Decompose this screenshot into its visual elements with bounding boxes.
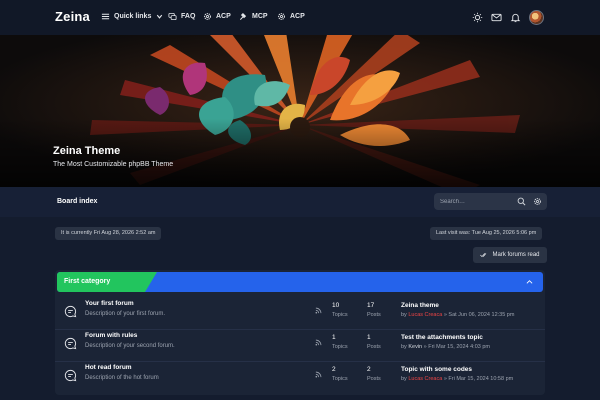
- search-input[interactable]: [440, 193, 510, 210]
- rss-icon[interactable]: [315, 371, 322, 378]
- forum-description: Description of your first forum.: [85, 311, 166, 317]
- forum-description: Description of the hot forum: [85, 375, 159, 381]
- gavel-icon: [239, 12, 247, 20]
- last-post-title[interactable]: Test the attachments topic: [401, 334, 483, 341]
- forum-row: Hot read forum Description of the hot fo…: [55, 361, 545, 393]
- last-post-by: by: [401, 344, 407, 350]
- last-post-author[interactable]: Kevin: [408, 344, 422, 350]
- rss-icon[interactable]: [315, 307, 322, 314]
- quick-links-menu[interactable]: Quick links: [101, 12, 164, 21]
- top-navbar: Zeina Quick links FAQ ACP MCP ACP: [0, 0, 600, 35]
- last-post-meta: by Kevin » Fri Mar 15, 2024 4:03 pm: [401, 344, 490, 350]
- acp-link[interactable]: ACP: [203, 12, 231, 21]
- last-post-title[interactable]: Topic with some codes: [401, 366, 472, 373]
- acp-link-2[interactable]: ACP: [277, 12, 305, 21]
- last-post-date: » Sat Jun 06, 2024 12:35 pm: [443, 312, 515, 318]
- last-post-author[interactable]: Lucas Creaca: [408, 376, 442, 382]
- last-visit-badge: Last visit was: Tue Aug 25, 2026 5:06 pm: [430, 227, 543, 240]
- hero-banner: Zeina Theme The Most Customizable phpBB …: [0, 35, 600, 187]
- breadcrumb-board-index[interactable]: Board index: [57, 198, 97, 205]
- current-time-badge: It is currently Fri Aug 28, 2026 2:52 am: [55, 227, 162, 240]
- chevron-up-icon[interactable]: [526, 279, 533, 285]
- forum-description: Description of your second forum.: [85, 343, 175, 349]
- last-post-by: by: [401, 312, 407, 318]
- forum-title[interactable]: Your first forum: [85, 300, 134, 307]
- topics-count: 2: [332, 366, 336, 373]
- forum-title[interactable]: Hot read forum: [85, 364, 132, 371]
- topics-label: Topics: [332, 312, 348, 318]
- forum-chat-icon: [64, 305, 77, 318]
- last-post-meta: by Lucas Creaca » Sat Jun 06, 2024 12:35…: [401, 312, 514, 318]
- gear-icon[interactable]: [533, 197, 542, 206]
- rss-icon[interactable]: [315, 339, 322, 346]
- quick-links-label: Quick links: [114, 13, 152, 20]
- posts-count: 17: [367, 302, 375, 309]
- topics-count: 10: [332, 302, 340, 309]
- site-logo[interactable]: Zeina: [55, 9, 90, 24]
- hero-title: Zeina Theme: [53, 145, 121, 157]
- posts-count: 2: [367, 366, 371, 373]
- forum-chat-icon: [64, 337, 77, 350]
- category-header: First category: [57, 272, 543, 292]
- last-post-by: by: [401, 376, 407, 382]
- search-icon[interactable]: [517, 197, 526, 206]
- last-post-title[interactable]: Zeina theme: [401, 302, 439, 309]
- acp-label: ACP: [216, 13, 231, 20]
- mcp-link[interactable]: MCP: [239, 12, 268, 21]
- sun-icon[interactable]: [472, 12, 483, 23]
- gear-icon: [278, 13, 285, 20]
- forum-row: Your first forum Description of your fir…: [55, 297, 545, 329]
- mcp-label: MCP: [252, 13, 268, 20]
- chevron-down-icon: [157, 14, 163, 19]
- hero-subtitle: The Most Customizable phpBB Theme: [53, 161, 174, 168]
- mark-forums-read-button[interactable]: Mark forums read: [473, 247, 547, 263]
- topics-count: 1: [332, 334, 336, 341]
- forum-title[interactable]: Forum with rules: [85, 332, 137, 339]
- last-post-date: » Fri Mar 15, 2024 4:03 pm: [423, 344, 490, 350]
- forum-chat-icon: [64, 369, 77, 382]
- posts-label: Posts: [367, 376, 381, 382]
- mark-forums-read-label: Mark forums read: [492, 252, 540, 258]
- gear-icon: [204, 13, 211, 20]
- double-check-icon: [480, 253, 487, 258]
- posts-label: Posts: [367, 312, 381, 318]
- last-post-author[interactable]: Lucas Creaca: [408, 312, 442, 318]
- hamburger-icon: [101, 13, 110, 20]
- avatar[interactable]: [529, 10, 544, 25]
- mail-icon[interactable]: [491, 12, 502, 23]
- last-post-date: » Fri Mar 15, 2024 10:58 pm: [443, 376, 514, 382]
- faq-link[interactable]: FAQ: [168, 12, 195, 21]
- faq-icon: [168, 12, 177, 21]
- topics-label: Topics: [332, 344, 348, 350]
- posts-count: 1: [367, 334, 371, 341]
- forum-category: First category Your first forum Descript…: [55, 270, 545, 395]
- category-title[interactable]: First category: [64, 278, 110, 285]
- search-box: [434, 193, 547, 210]
- forum-row: Forum with rules Description of your sec…: [55, 329, 545, 361]
- acp-label-2: ACP: [290, 13, 305, 20]
- bell-icon[interactable]: [510, 12, 521, 23]
- last-post-meta: by Lucas Creaca » Fri Mar 15, 2024 10:58…: [401, 376, 513, 382]
- posts-label: Posts: [367, 344, 381, 350]
- faq-label: FAQ: [181, 13, 196, 20]
- topics-label: Topics: [332, 376, 348, 382]
